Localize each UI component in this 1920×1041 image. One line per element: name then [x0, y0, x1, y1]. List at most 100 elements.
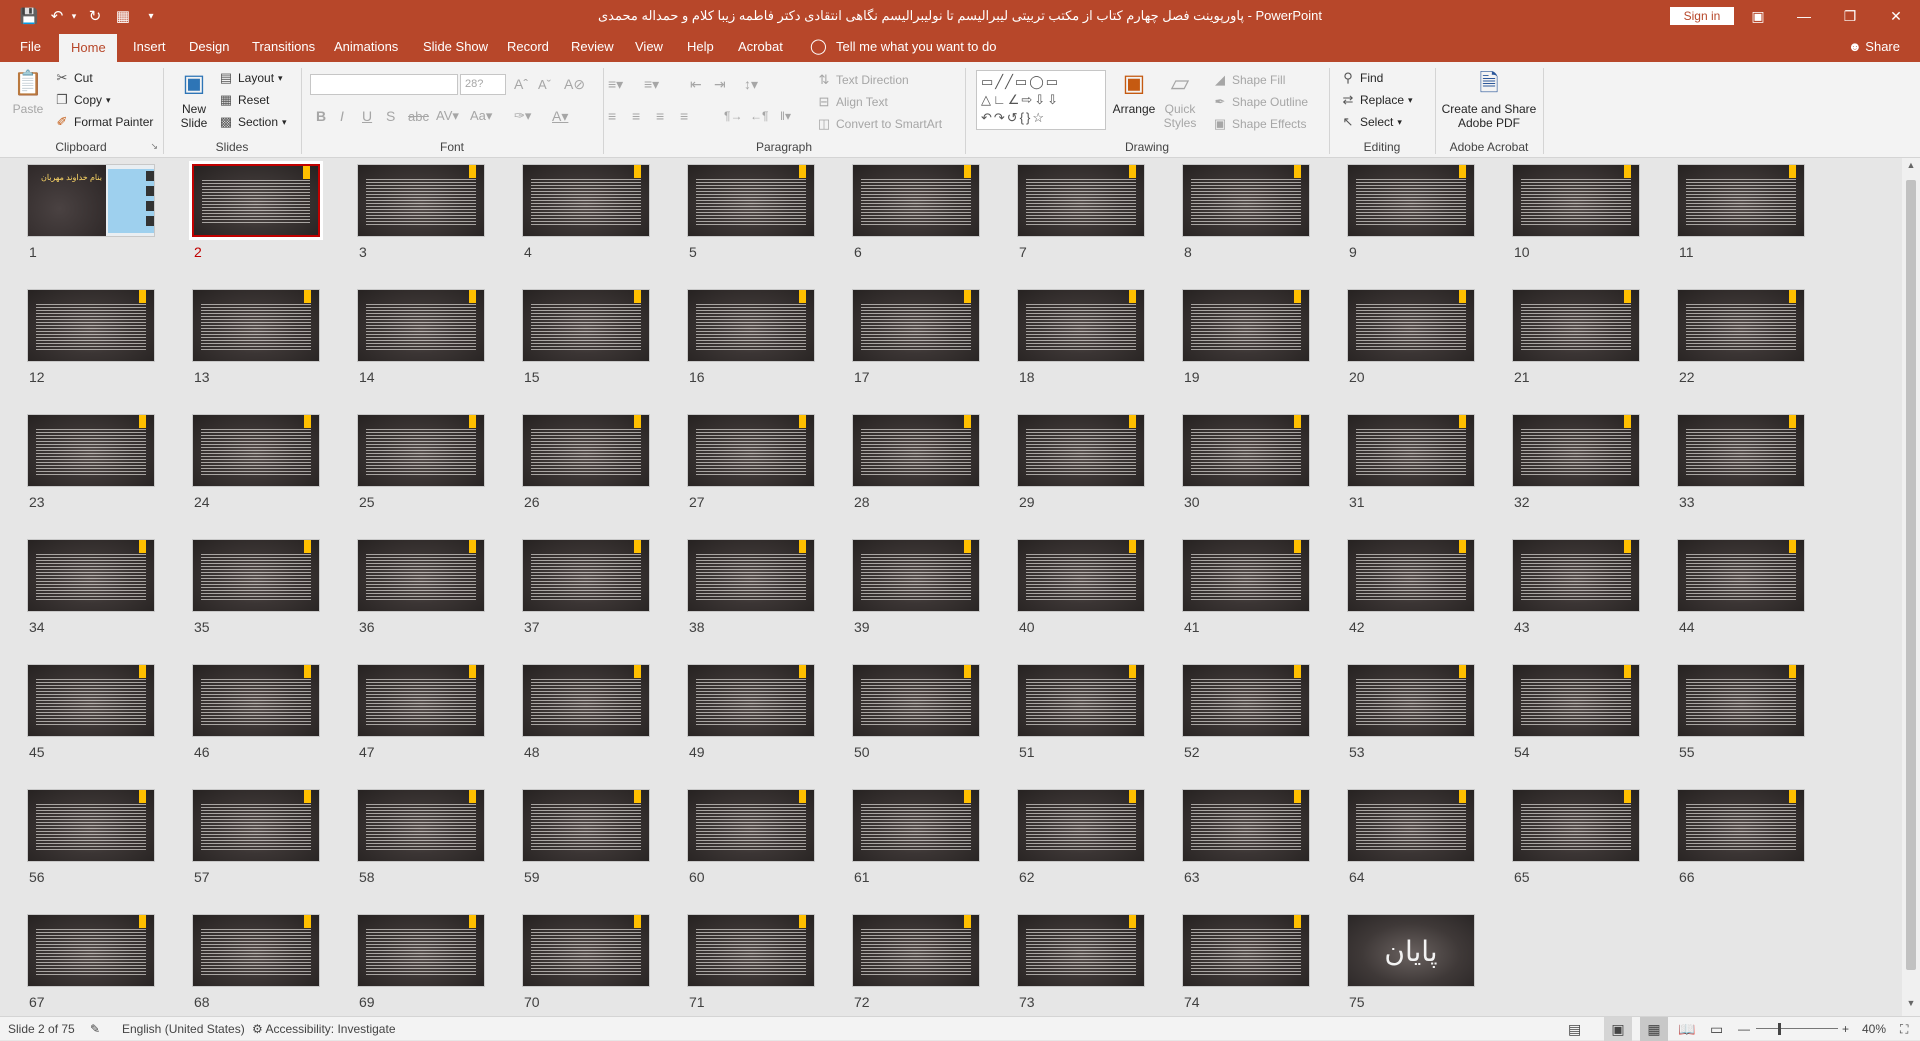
zoom-out-icon[interactable]: — — [1738, 1017, 1750, 1041]
slide-thumbnail[interactable]: 17 — [852, 289, 982, 385]
slide-thumbnail[interactable]: 32 — [1512, 414, 1642, 510]
slide-thumbnail[interactable]: 61 — [852, 789, 982, 885]
change-case-icon[interactable]: Aa▾ — [470, 106, 492, 126]
slide-thumbnail[interactable]: 59 — [522, 789, 652, 885]
slide-thumbnail[interactable]: 64 — [1347, 789, 1477, 885]
slide-thumbnail[interactable]: 2 — [189, 161, 323, 260]
slide-thumbnail[interactable]: 52 — [1182, 664, 1312, 760]
slide-thumbnail[interactable]: 20 — [1347, 289, 1477, 385]
copy-button[interactable]: ❐ Copy ▾ — [54, 90, 110, 110]
shapes-gallery[interactable]: ▭╱╱▭◯▭ △∟∠⇨⇩⇩ ↶↷↺{}☆ — [976, 70, 1106, 130]
zoom-slider-thumb[interactable] — [1778, 1023, 1781, 1035]
layout-button[interactable]: ▤ Layout ▾ — [218, 68, 283, 88]
scrollbar-thumb[interactable] — [1906, 180, 1916, 970]
ltr-icon[interactable]: ¶→ — [724, 106, 742, 126]
slide-thumbnail[interactable]: 31 — [1347, 414, 1477, 510]
slide-thumbnail[interactable]: 14 — [357, 289, 487, 385]
slide-thumbnail[interactable]: 39 — [852, 539, 982, 635]
tell-me-search[interactable]: Tell me what you want to do — [836, 32, 996, 62]
arrange-button[interactable]: ▣ Arrange — [1112, 68, 1156, 116]
slide-thumbnail[interactable]: 8 — [1182, 164, 1312, 260]
undo-dropdown-icon[interactable]: ▾ — [68, 0, 80, 32]
slide-thumbnail[interactable]: 65 — [1512, 789, 1642, 885]
clear-formatting-icon[interactable]: A⊘ — [564, 74, 585, 94]
increase-indent-icon[interactable]: ⇥ — [714, 74, 726, 94]
slide-thumbnail[interactable]: 45 — [27, 664, 157, 760]
sign-in-button[interactable]: Sign in — [1670, 7, 1734, 25]
slide-thumbnail[interactable]: 27 — [687, 414, 817, 510]
minimize-icon[interactable]: — — [1781, 0, 1827, 32]
tab-view[interactable]: View — [635, 32, 663, 62]
slide-thumbnail[interactable]: 47 — [357, 664, 487, 760]
share-button[interactable]: ☻ Share — [1848, 32, 1900, 62]
text-direction-button[interactable]: ⇅ Text Direction — [816, 70, 909, 90]
quick-styles-button[interactable]: ▱ Quick Styles — [1160, 68, 1200, 130]
slide-thumbnail[interactable]: 19 — [1182, 289, 1312, 385]
undo-icon[interactable]: ↶ — [46, 0, 68, 32]
columns-icon[interactable]: ‖▾ — [780, 106, 791, 126]
line-spacing-icon[interactable]: ↕▾ — [744, 74, 758, 94]
slide-thumbnail[interactable]: 25 — [357, 414, 487, 510]
highlight-icon[interactable]: ✑▾ — [514, 106, 531, 126]
language-indicator[interactable]: English (United States) — [122, 1017, 245, 1041]
zoom-in-icon[interactable]: + — [1842, 1017, 1849, 1041]
slide-thumbnail[interactable]: 3 — [357, 164, 487, 260]
slide-thumbnail[interactable]: 18 — [1017, 289, 1147, 385]
text-shadow-icon[interactable]: S — [386, 106, 395, 126]
slide-thumbnail[interactable]: 34 — [27, 539, 157, 635]
slide-thumbnail[interactable]: 33 — [1677, 414, 1807, 510]
slide-thumbnail[interactable]: 74 — [1182, 914, 1312, 1010]
slide-thumbnail[interactable]: 21 — [1512, 289, 1642, 385]
align-right-icon[interactable]: ≡ — [656, 106, 664, 126]
tab-insert[interactable]: Insert — [133, 32, 166, 62]
tab-record[interactable]: Record — [507, 32, 549, 62]
slide-thumbnail[interactable]: 35 — [192, 539, 322, 635]
slide-thumbnail[interactable]: 22 — [1677, 289, 1807, 385]
slide-thumbnail[interactable]: 16 — [687, 289, 817, 385]
paste-button[interactable]: 📋 Paste — [10, 68, 46, 116]
slide-thumbnail[interactable]: 67 — [27, 914, 157, 1010]
slide-thumbnail[interactable]: 10 — [1512, 164, 1642, 260]
slide-thumbnail[interactable]: 48 — [522, 664, 652, 760]
new-slide-button[interactable]: ▣ New Slide — [174, 68, 214, 130]
slide-thumbnail[interactable]: 37 — [522, 539, 652, 635]
shape-effects-button[interactable]: ▣ Shape Effects — [1212, 114, 1307, 134]
slide-thumbnail[interactable]: 11 — [1677, 164, 1807, 260]
underline-icon[interactable]: U — [362, 106, 372, 126]
slide-thumbnail[interactable]: 5 — [687, 164, 817, 260]
slide-thumbnail[interactable]: 6 — [852, 164, 982, 260]
slide-thumbnail[interactable]: 71 — [687, 914, 817, 1010]
bullets-icon[interactable]: ≡▾ — [608, 74, 623, 94]
tab-review[interactable]: Review — [571, 32, 614, 62]
slide-thumbnail[interactable]: بنام خداوند مهربان 1 — [27, 164, 157, 260]
slide-thumbnail[interactable]: 51 — [1017, 664, 1147, 760]
slide-thumbnail[interactable]: 7 — [1017, 164, 1147, 260]
bold-icon[interactable]: B — [316, 106, 326, 126]
slide-thumbnail[interactable]: 55 — [1677, 664, 1807, 760]
slide-thumbnail[interactable]: 72 — [852, 914, 982, 1010]
slide-thumbnail[interactable]: 62 — [1017, 789, 1147, 885]
shape-fill-button[interactable]: ◢ Shape Fill — [1212, 70, 1285, 90]
slide-thumbnail[interactable]: 54 — [1512, 664, 1642, 760]
redo-icon[interactable]: ↻ — [84, 0, 106, 32]
slide-thumbnail[interactable]: 30 — [1182, 414, 1312, 510]
slide-thumbnail[interactable]: 23 — [27, 414, 157, 510]
zoom-level[interactable]: 40% — [1862, 1017, 1886, 1041]
decrease-font-size-icon[interactable]: Aˇ — [538, 74, 551, 94]
slide-thumbnail[interactable]: 60 — [687, 789, 817, 885]
zoom-slider[interactable] — [1756, 1017, 1838, 1041]
slide-thumbnail[interactable]: 43 — [1512, 539, 1642, 635]
decrease-indent-icon[interactable]: ⇤ — [690, 74, 702, 94]
slide-thumbnail[interactable]: 40 — [1017, 539, 1147, 635]
slide-thumbnail[interactable]: پایان 75 — [1347, 914, 1477, 1010]
scroll-down-icon[interactable]: ▼ — [1902, 998, 1920, 1014]
strikethrough-icon[interactable]: abc — [408, 106, 429, 126]
slide-thumbnail[interactable]: 50 — [852, 664, 982, 760]
align-left-icon[interactable]: ≡ — [608, 106, 616, 126]
replace-button[interactable]: ⇄ Replace ▾ — [1340, 90, 1413, 110]
normal-view-icon[interactable]: ▣ — [1604, 1017, 1632, 1041]
slide-thumbnail[interactable]: 70 — [522, 914, 652, 1010]
slide-thumbnail[interactable]: 36 — [357, 539, 487, 635]
slide-thumbnail[interactable]: 56 — [27, 789, 157, 885]
slide-thumbnail[interactable]: 4 — [522, 164, 652, 260]
